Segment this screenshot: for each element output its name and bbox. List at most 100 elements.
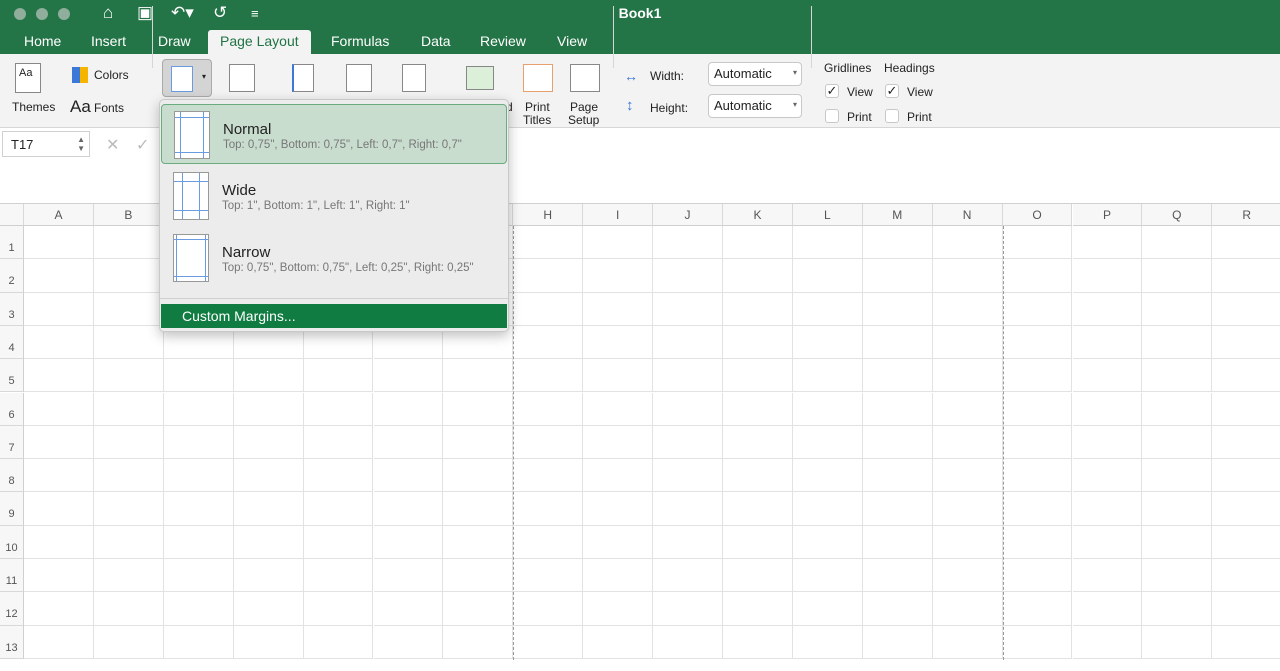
tab-home[interactable]: Home [12,30,73,54]
cell[interactable] [513,459,584,493]
column-header[interactable]: A [24,204,94,226]
cell[interactable] [513,392,584,426]
cell[interactable] [723,459,793,493]
cell[interactable] [583,525,654,559]
cell[interactable] [1002,392,1073,426]
cell[interactable] [1072,625,1143,659]
cell[interactable] [792,359,863,393]
cell[interactable] [1142,292,1213,326]
cell[interactable] [513,359,584,393]
cell[interactable] [653,392,723,426]
cell[interactable] [1002,259,1073,293]
cell[interactable] [1072,359,1143,393]
column-header[interactable]: M [862,204,933,226]
cell[interactable] [443,459,514,493]
cell[interactable] [24,592,94,626]
cell[interactable] [583,359,654,393]
page-setup-button[interactable]: Page [570,100,598,114]
cell[interactable] [443,425,514,460]
cell[interactable] [862,292,933,326]
size-icon[interactable] [292,64,314,92]
cell[interactable] [1072,492,1143,526]
cell[interactable] [93,325,164,360]
row-header[interactable]: 8 [0,459,24,493]
cell[interactable] [513,425,584,460]
breaks-icon[interactable] [402,64,426,92]
cell[interactable] [93,559,164,593]
column-header[interactable]: H [513,204,584,226]
cell[interactable] [932,325,1003,360]
cell[interactable] [862,359,933,393]
cell[interactable] [583,559,654,593]
cell[interactable] [373,525,444,559]
cell[interactable] [653,425,723,460]
cell[interactable] [233,492,304,526]
page-setup-icon[interactable] [570,64,600,92]
cell[interactable] [653,226,723,260]
cell[interactable] [653,625,723,659]
cell[interactable] [792,559,863,593]
cell[interactable] [653,492,723,526]
tab-draw[interactable]: Draw [146,30,203,54]
cell[interactable] [862,425,933,460]
cell[interactable] [583,592,654,626]
cell[interactable] [1212,492,1280,526]
cell[interactable] [93,592,164,626]
cell[interactable] [653,525,723,559]
row-header[interactable]: 2 [0,259,24,293]
column-header[interactable]: Q [1142,204,1213,226]
cell[interactable] [373,592,444,626]
cell[interactable] [373,359,444,393]
cell[interactable] [24,625,94,659]
cell[interactable] [233,625,304,659]
cell[interactable] [163,425,234,460]
themes-icon[interactable]: Aa [15,63,41,93]
cell[interactable] [792,625,863,659]
cell[interactable] [583,226,654,260]
row-header[interactable]: 10 [0,525,24,559]
cell[interactable] [932,492,1003,526]
cell[interactable] [513,525,584,559]
cell[interactable] [1002,325,1073,360]
column-header[interactable]: O [1002,204,1073,226]
themes-button[interactable]: Themes [12,100,55,114]
cell[interactable] [233,425,304,460]
cell[interactable] [1072,226,1143,260]
cell[interactable] [723,625,793,659]
cell[interactable] [1002,592,1073,626]
cell[interactable] [1142,226,1213,260]
cell[interactable] [233,559,304,593]
tab-page-layout[interactable]: Page Layout [208,30,311,54]
cell[interactable] [443,592,514,626]
cell[interactable] [932,425,1003,460]
select-all-corner[interactable] [0,204,24,226]
cell[interactable] [163,359,234,393]
cell[interactable] [93,226,164,260]
cell[interactable] [932,559,1003,593]
cell[interactable] [163,525,234,559]
cell[interactable] [443,625,514,659]
cell[interactable] [93,525,164,559]
cell[interactable] [513,325,584,360]
cancel-icon[interactable]: ✕ [106,135,119,155]
cell[interactable] [1212,426,1280,460]
cell[interactable] [862,525,933,559]
tab-formulas[interactable]: Formulas [319,30,401,54]
cell[interactable] [163,459,234,493]
cell[interactable] [1142,559,1213,593]
cell[interactable] [1142,259,1213,293]
cell[interactable] [93,625,164,659]
cell[interactable] [513,259,584,293]
cell[interactable] [653,325,723,360]
column-header[interactable]: N [932,204,1003,226]
cell[interactable] [1142,525,1213,559]
custom-margins-item[interactable]: Custom Margins... [161,304,507,328]
cell[interactable] [723,492,793,526]
row-header[interactable]: 7 [0,425,24,460]
cell[interactable] [443,359,514,393]
fonts-button[interactable]: Fonts [94,101,124,115]
cell[interactable] [792,492,863,526]
print-area-icon[interactable] [346,64,372,92]
cell[interactable] [1142,625,1213,659]
cell[interactable] [373,425,444,460]
